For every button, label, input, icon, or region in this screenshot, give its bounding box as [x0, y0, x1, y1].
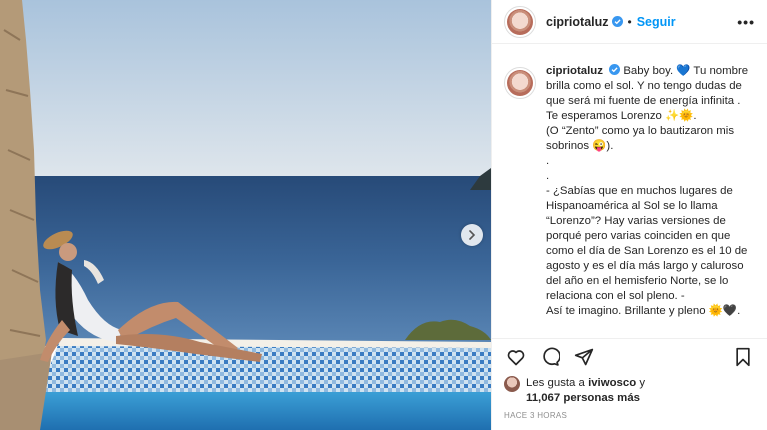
post-timestamp[interactable]: HACE 3 HORAS	[504, 411, 567, 420]
verified-badge-icon	[609, 64, 621, 75]
caption-line-3: - ¿Sabías que en muchos lugares de Hispa…	[546, 185, 748, 302]
heart-icon	[507, 350, 525, 366]
likes-text: Les gusta a iviwosco y 11,067 personas m…	[526, 376, 645, 406]
likes-count[interactable]: 11,067 personas más	[526, 392, 640, 404]
more-options-icon[interactable]: •••	[737, 14, 755, 30]
liker-username[interactable]: iviwosco	[588, 377, 636, 389]
avatar[interactable]	[504, 5, 536, 38]
action-bar	[504, 341, 755, 373]
post-caption: cipriotaluz Baby boy. 💙 Tu nombre brilla…	[504, 64, 755, 319]
caption-line-2: (O “Zento” como ya lo bautizaron mis sob…	[546, 125, 735, 152]
post-photo[interactable]	[0, 0, 491, 430]
caption-text: cipriotaluz Baby boy. 💙 Tu nombre brilla…	[546, 64, 755, 319]
comment-icon	[543, 347, 560, 366]
post-details-pane: cipriotaluz • Seguir ••• cipriotaluz Bab…	[491, 0, 767, 430]
bookmark-icon	[736, 347, 750, 367]
header-username[interactable]: cipriotaluz	[546, 15, 609, 29]
comment-button[interactable]	[538, 345, 562, 369]
next-photo-button[interactable]	[461, 224, 483, 246]
caption-dot-1: .	[546, 155, 550, 167]
divider	[492, 338, 767, 339]
chevron-right-icon	[469, 230, 476, 240]
share-button[interactable]	[572, 345, 596, 369]
photo-scene	[0, 0, 491, 430]
caption-avatar[interactable]	[504, 67, 536, 99]
verified-badge-icon	[611, 16, 623, 27]
separator-dot: •	[627, 14, 632, 29]
likes-connector: y	[636, 377, 646, 389]
caption-username[interactable]: cipriotaluz	[546, 65, 603, 77]
caption-dot-2: .	[546, 170, 550, 182]
likes-prefix: Les gusta a	[526, 377, 589, 389]
liker-avatar[interactable]	[504, 376, 520, 392]
likes-summary: Les gusta a iviwosco y 11,067 personas m…	[504, 376, 755, 406]
caption-line-4: Así te imagino. Brillante y pleno 🌞🖤.	[546, 305, 741, 317]
post-header: cipriotaluz • Seguir •••	[492, 0, 767, 44]
follow-button[interactable]: Seguir	[637, 15, 676, 29]
save-button[interactable]	[731, 345, 755, 369]
share-icon	[574, 348, 594, 366]
like-button[interactable]	[504, 345, 528, 369]
